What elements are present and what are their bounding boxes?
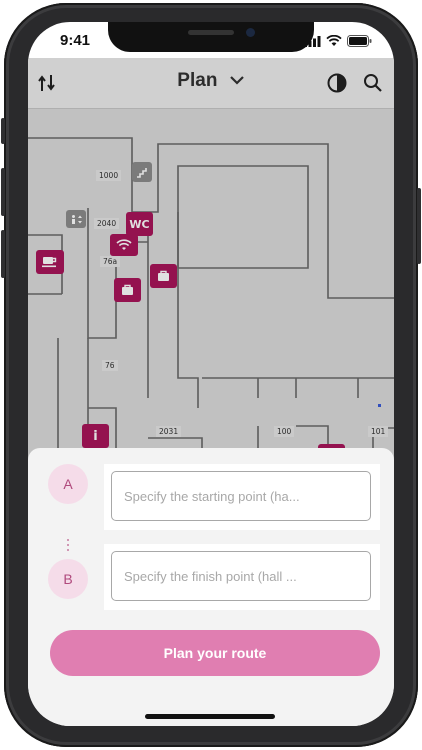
page-title: Plan	[177, 70, 218, 91]
shop-poi[interactable]	[150, 264, 177, 288]
start-field-wrapper	[104, 464, 380, 530]
theme-toggle-icon[interactable]	[326, 72, 348, 94]
room-label: 1000	[96, 170, 122, 181]
wifi-icon	[116, 239, 132, 250]
cafe-poi[interactable]	[36, 250, 64, 274]
power-button	[417, 188, 421, 264]
finish-marker: B	[48, 559, 88, 599]
volume-down-button	[1, 230, 5, 278]
shopping-bag-icon	[122, 284, 133, 295]
search-icon[interactable]	[362, 72, 384, 94]
route-connector-dots	[67, 539, 70, 554]
stairs-poi[interactable]	[132, 162, 152, 182]
coffee-cup-icon	[42, 257, 57, 268]
chevron-down-icon	[229, 76, 244, 85]
room-label: 2040	[94, 218, 120, 229]
speaker	[188, 30, 234, 35]
stairs-icon	[137, 168, 147, 178]
room-label: 100	[274, 426, 295, 437]
mute-switch	[1, 118, 5, 144]
finish-point-input[interactable]	[111, 551, 371, 601]
wifi-icon	[326, 35, 342, 46]
shop-poi[interactable]	[114, 278, 141, 302]
finish-field-wrapper	[104, 544, 380, 610]
status-time: 9:41	[60, 32, 91, 49]
floor-plan-map[interactable]: 1000 2040 76a 76 2031 100 101 WC i	[28, 108, 394, 498]
elevator-icon	[71, 214, 82, 224]
room-label: 101	[368, 426, 389, 437]
room-label: 76	[102, 360, 118, 371]
notch	[108, 22, 314, 52]
room-label: 2031	[156, 426, 182, 437]
app-screen: 9:41 Plan 1000 2040 76a 76 2031 100 101 …	[28, 22, 394, 726]
battery-icon	[347, 35, 372, 47]
room-label: 76a	[100, 256, 121, 267]
top-bar: Plan	[28, 58, 394, 109]
home-indicator[interactable]	[145, 714, 275, 719]
front-camera	[246, 28, 255, 37]
start-point-input[interactable]	[111, 471, 371, 521]
wifi-poi[interactable]	[110, 234, 138, 256]
elevator-poi[interactable]	[66, 210, 86, 228]
wc-poi[interactable]: WC	[126, 212, 153, 236]
route-planner-sheet: A B Plan your route	[28, 448, 394, 726]
start-marker: A	[48, 464, 88, 504]
info-poi[interactable]: i	[82, 424, 109, 448]
plan-route-button[interactable]: Plan your route	[50, 630, 380, 676]
volume-up-button	[1, 168, 5, 216]
status-icons	[304, 35, 372, 47]
shopping-bag-icon	[158, 270, 169, 281]
